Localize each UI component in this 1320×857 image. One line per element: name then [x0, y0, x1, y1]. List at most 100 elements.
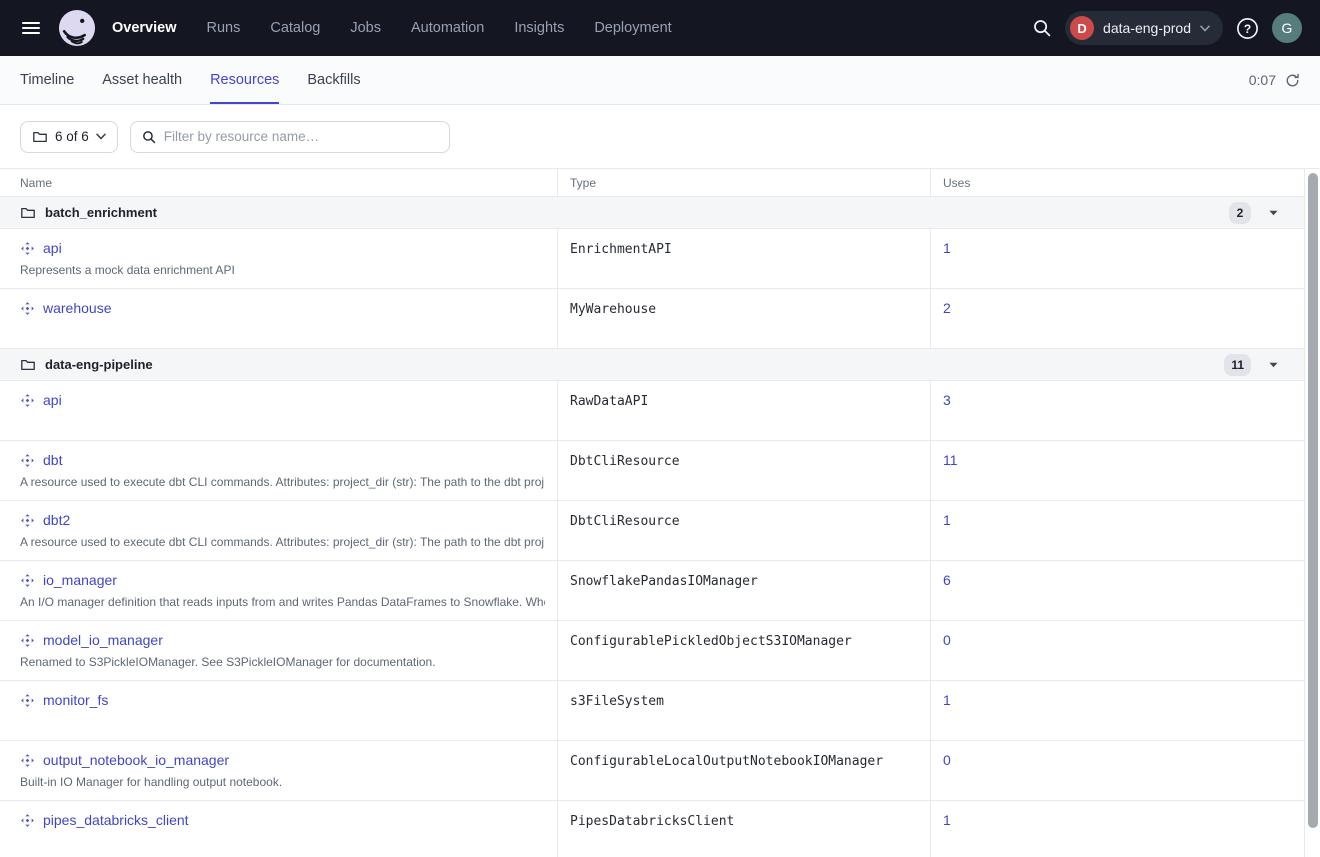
resource-filter-input[interactable] — [164, 129, 438, 144]
resource-description: A resource used to execute dbt CLI comma… — [20, 475, 545, 489]
resource-icon — [20, 633, 35, 648]
group-row[interactable]: batch_enrichment 2 — [0, 197, 1304, 229]
resource-name-cell: api — [0, 381, 557, 440]
collapse-caret-icon[interactable] — [1269, 362, 1278, 368]
resource-icon — [20, 693, 35, 708]
filter-bar: 6 of 6 — [0, 105, 1320, 168]
resource-name-link[interactable]: dbt — [43, 452, 62, 468]
nav-item-insights[interactable]: Insights — [514, 20, 564, 36]
column-header-type: Type — [557, 169, 930, 196]
resource-row: pipes_databricks_client PipesDatabricksC… — [0, 801, 1304, 857]
refresh-icon[interactable] — [1285, 73, 1300, 88]
resource-name-link[interactable]: api — [43, 240, 62, 256]
resource-type-cell: DbtCliResource — [557, 501, 930, 560]
tab-asset-health[interactable]: Asset health — [102, 56, 182, 104]
workspace-badge: D — [1070, 16, 1094, 40]
resource-name-cell: monitor_fs — [0, 681, 557, 740]
overview-tabbar: Timeline Asset health Resources Backfills 0… — [0, 56, 1320, 105]
nav-item-automation[interactable]: Automation — [411, 20, 484, 36]
menu-hamburger-icon[interactable] — [14, 11, 48, 45]
user-avatar[interactable]: G — [1272, 13, 1302, 43]
resource-uses-cell: 1 — [930, 801, 1305, 857]
resource-description: Built-in IO Manager for handling output … — [20, 775, 545, 789]
resource-row: api Represents a mock data enrichment AP… — [0, 229, 1304, 289]
resource-uses-link[interactable]: 6 — [943, 572, 951, 588]
group-scope-dropdown[interactable]: 6 of 6 — [20, 121, 118, 153]
resource-icon — [20, 813, 35, 828]
chevron-down-icon — [96, 133, 106, 140]
resource-row: io_manager An I/O manager definition tha… — [0, 561, 1304, 621]
resource-uses-link[interactable]: 1 — [943, 512, 951, 528]
column-header-name: Name — [0, 169, 557, 196]
resource-name-link[interactable]: output_notebook_io_manager — [43, 752, 229, 768]
nav-item-jobs[interactable]: Jobs — [350, 20, 381, 36]
resource-name-cell: model_io_manager Renamed to S3PickleIOMa… — [0, 621, 557, 680]
group-row-right: 11 — [1224, 354, 1278, 376]
group-scope-label: 6 of 6 — [55, 129, 89, 144]
resource-icon — [20, 453, 35, 468]
resource-type: DbtCliResource — [570, 454, 680, 469]
group-row[interactable]: data-eng-pipeline 11 — [0, 349, 1304, 381]
workspace-label: data-eng-prod — [1103, 20, 1191, 36]
resource-uses-cell: 1 — [930, 501, 1305, 560]
resource-uses-link[interactable]: 1 — [943, 692, 951, 708]
resource-type-cell: ConfigurableLocalOutputNotebookIOManager — [557, 741, 930, 800]
help-icon[interactable]: ? — [1236, 17, 1259, 40]
nav-item-deployment[interactable]: Deployment — [594, 20, 671, 36]
nav-item-overview[interactable]: Overview — [112, 20, 177, 36]
resource-uses-link[interactable]: 1 — [943, 240, 951, 256]
resource-uses-cell: 2 — [930, 289, 1305, 348]
refresh-timer: 0:07 — [1249, 72, 1276, 88]
table-header-row: Name Type Uses — [0, 169, 1304, 197]
resources-table: Name Type Uses batch_enrichment 2 api Re… — [0, 169, 1305, 857]
resource-icon — [20, 301, 35, 316]
folder-icon — [32, 129, 48, 145]
resource-uses-link[interactable]: 0 — [943, 632, 951, 648]
resource-uses-link[interactable]: 3 — [943, 392, 951, 408]
workspace-switcher[interactable]: D data-eng-prod — [1065, 11, 1223, 45]
resource-uses-link[interactable]: 1 — [943, 812, 951, 828]
vertical-scrollbar[interactable] — [1308, 173, 1318, 828]
dagster-logo-icon[interactable] — [58, 9, 96, 47]
folder-icon — [20, 357, 36, 373]
resource-uses-link[interactable]: 0 — [943, 752, 951, 768]
resource-row: dbt A resource used to execute dbt CLI c… — [0, 441, 1304, 501]
resource-type-cell: s3FileSystem — [557, 681, 930, 740]
group-count-badge: 11 — [1224, 354, 1251, 376]
nav-item-catalog[interactable]: Catalog — [270, 20, 320, 36]
resource-type-cell: RawDataAPI — [557, 381, 930, 440]
resource-name-cell: io_manager An I/O manager definition tha… — [0, 561, 557, 620]
resource-description: A resource used to execute dbt CLI comma… — [20, 535, 545, 549]
tab-backfills[interactable]: Backfills — [307, 56, 360, 104]
resource-uses-cell: 3 — [930, 381, 1305, 440]
resource-description: Renamed to S3PickleIOManager. See S3Pick… — [20, 655, 545, 669]
top-navbar: Overview Runs Catalog Jobs Automation Insight… — [0, 0, 1320, 56]
resource-row: model_io_manager Renamed to S3PickleIOMa… — [0, 621, 1304, 681]
group-count-badge: 2 — [1229, 202, 1251, 224]
resource-row: dbt2 A resource used to execute dbt CLI … — [0, 501, 1304, 561]
collapse-caret-icon[interactable] — [1269, 210, 1278, 216]
resource-name-link[interactable]: dbt2 — [43, 512, 70, 528]
resource-type: MyWarehouse — [570, 302, 656, 317]
resource-name-link[interactable]: model_io_manager — [43, 632, 163, 648]
resource-type: ConfigurableLocalOutputNotebookIOManager — [570, 754, 883, 769]
svg-text:?: ? — [1244, 21, 1251, 35]
resource-type-cell: DbtCliResource — [557, 441, 930, 500]
resource-uses-link[interactable]: 2 — [943, 300, 951, 316]
resource-name-link[interactable]: warehouse — [43, 300, 112, 316]
search-icon[interactable] — [1032, 18, 1052, 38]
resource-name-link[interactable]: monitor_fs — [43, 692, 108, 708]
resource-name-link[interactable]: pipes_databricks_client — [43, 812, 189, 828]
resource-name-link[interactable]: api — [43, 392, 62, 408]
resource-name-cell: pipes_databricks_client — [0, 801, 557, 857]
nav-item-runs[interactable]: Runs — [207, 20, 241, 36]
resource-uses-cell: 1 — [930, 229, 1305, 288]
resource-name-link[interactable]: io_manager — [43, 572, 117, 588]
resource-filter-searchbox — [130, 121, 450, 153]
resource-uses-link[interactable]: 11 — [943, 452, 958, 468]
resource-uses-cell: 1 — [930, 681, 1305, 740]
table-body: batch_enrichment 2 api Represents a mock… — [0, 197, 1304, 857]
tab-timeline[interactable]: Timeline — [20, 56, 74, 104]
tab-resources[interactable]: Resources — [210, 56, 279, 104]
resource-type-cell: SnowflakePandasIOManager — [557, 561, 930, 620]
